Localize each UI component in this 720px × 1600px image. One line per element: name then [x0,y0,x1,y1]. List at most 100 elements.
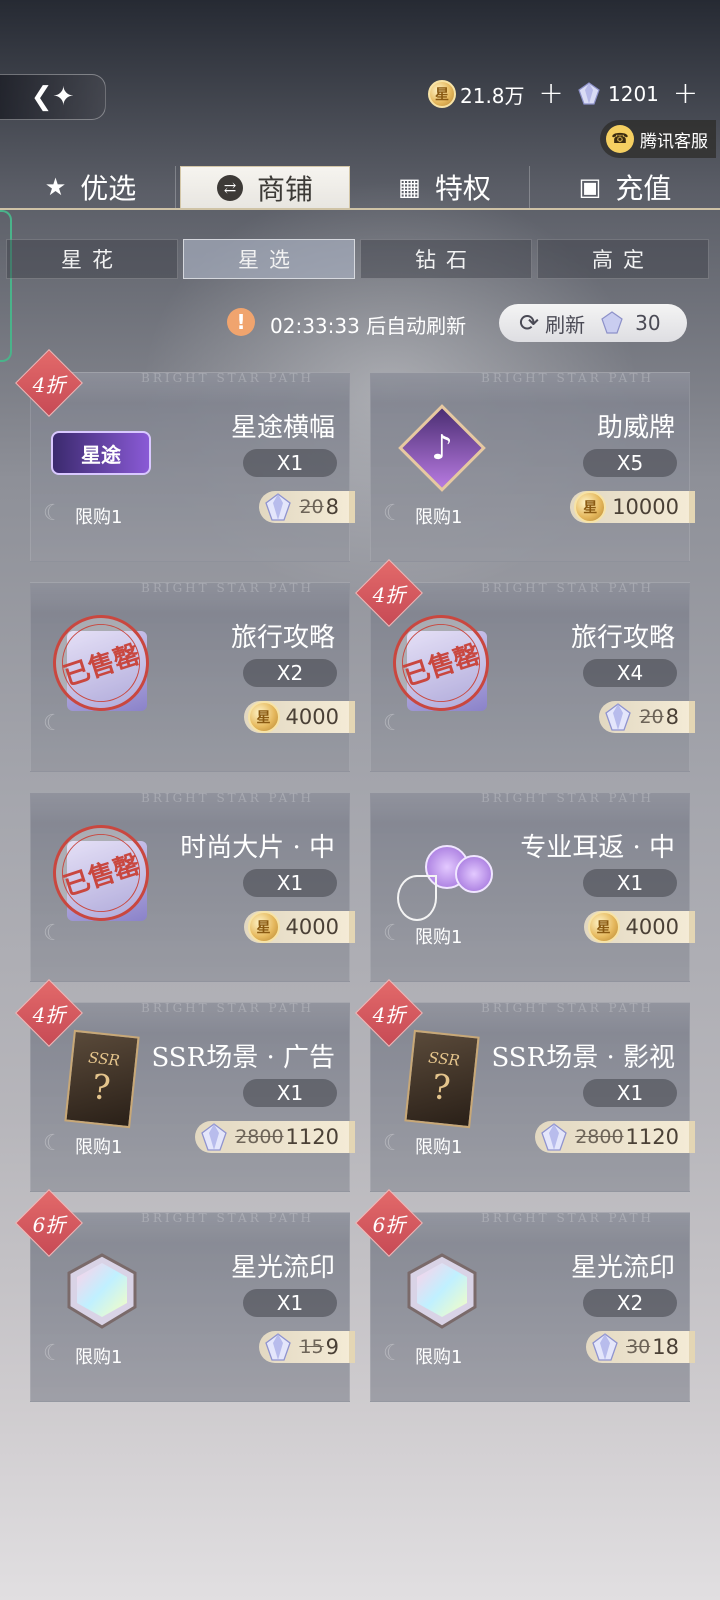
item-name: 旅行攻略 [230,623,335,653]
shop-item-card[interactable]: BRIGHT STAR PATH 星光流印 X2 ☾ 限购1 30 18 6折 [355,1189,695,1402]
subtab-starselect[interactable]: 星选 [183,239,355,279]
purchase-limit: 限购1 [75,1347,123,1368]
price-button[interactable]: 星 10000 [570,491,695,523]
headset-icon: ☎ [606,125,634,153]
purchase-limit: 限购1 [75,507,123,528]
refresh-button[interactable]: ⟳ 刷新 30 [499,304,687,342]
shop-item-card[interactable]: BRIGHT STAR PATH 星途 星途横幅 X1 ☾ 限购1 20 8 4折 [15,349,355,562]
tab-privilege[interactable]: ▦ 特权 [360,166,530,208]
banner-text: 星途 [51,431,151,475]
price-button[interactable]: 15 9 [259,1331,355,1363]
original-price: 20 [299,496,324,518]
tab-recharge[interactable]: ▣ 充值 [540,166,710,208]
tab-featured[interactable]: ★ 优选 [6,166,176,208]
purchase-limit: 限购1 [415,1137,463,1158]
card-watermark: BRIGHT STAR PATH [481,581,654,595]
diamond-icon [541,1123,567,1151]
add-coins-button[interactable]: + [539,79,564,109]
current-price: 18 [652,1335,679,1359]
price-button[interactable]: 2800 1120 [195,1121,355,1153]
tab-shop[interactable]: ⇄ 商铺 [180,166,350,208]
shop-item-card[interactable]: BRIGHT STAR PATH 专业耳返 · 中 X1 ☾ 限购1 星 4000 [370,791,696,982]
moon-icon: ☾ [43,1131,63,1156]
current-price: 8 [665,705,679,729]
add-gems-button[interactable]: + [673,79,698,109]
discount-label: 4折 [32,372,66,397]
current-price: 4000 [625,915,679,939]
price-button[interactable]: 30 18 [586,1331,695,1363]
card-watermark: BRIGHT STAR PATH [141,1001,314,1015]
item-name: 时尚大片 · 中 [180,833,335,863]
discount-label: 6折 [372,1212,406,1237]
price-button[interactable]: 20 8 [259,491,355,523]
purchase-limit: 限购1 [75,1137,123,1158]
moon-icon: ☾ [43,921,63,946]
music-note-icon: ♪ [431,428,453,468]
moon-icon: ☾ [383,711,403,736]
card-watermark: BRIGHT STAR PATH [481,1211,654,1225]
current-price: 10000 [612,495,679,519]
purchase-limit: 限购1 [415,507,463,528]
subtab-diamond[interactable]: 钻石 [360,239,532,279]
back-arrow-icon: ❮✦ [30,82,75,112]
item-quantity: X1 [243,1079,337,1107]
diamond-icon [605,703,632,731]
customer-service-button[interactable]: ☎ 腾讯客服 [600,120,716,158]
diamond-icon [601,311,623,334]
subtab-starflower[interactable]: 星花 [6,239,178,279]
current-price: 8 [325,495,339,519]
back-button[interactable]: ❮✦ [0,74,106,120]
shop-item-card[interactable]: BRIGHT STAR PATH ♪ 助威牌 X5 ☾ 限购1 星 10000 [370,371,695,562]
shop-item-card[interactable]: BRIGHT STAR PATH SSR? SSR场景 · 影视 X1 ☾ 限购1 2800… [355,979,695,1192]
shop-item-card[interactable]: BRIGHT STAR PATH 已售罄 旅行攻略 X2 ☾ 星 4000 [30,581,356,772]
original-price: 2800 [235,1126,284,1148]
price-button[interactable]: 星 4000 [583,911,696,943]
item-name: 星光流印 [570,1253,675,1283]
original-price: 15 [299,1336,324,1358]
shop-item-card[interactable]: BRIGHT STAR PATH 已售罄 时尚大片 · 中 X1 ☾ 星 4000 [30,791,356,982]
tab-label: 充值 [615,172,672,205]
crystal-image [387,1235,497,1345]
item-quantity: X1 [583,1079,677,1107]
diamond-icon [592,1333,618,1361]
crystal-image [47,1235,157,1345]
price-button[interactable]: 星 4000 [243,911,356,943]
discount-label: 4折 [372,1002,406,1027]
purchase-limit: 限购1 [415,1347,463,1368]
coin-balance: 星 21.8万 + [428,74,564,114]
diamond-icon [578,82,600,105]
item-quantity: X2 [583,1289,677,1317]
card-watermark: BRIGHT STAR PATH [141,791,314,805]
shop-item-card[interactable]: BRIGHT STAR PATH 已售罄 旅行攻略 X4 ☾ 20 8 4折 [355,559,695,772]
ssr-badge: SSR [87,1048,121,1070]
item-quantity: X1 [583,869,677,897]
tab-label: 商铺 [256,172,313,206]
card-watermark: BRIGHT STAR PATH [141,1211,314,1225]
item-name: SSR场景 · 影视 [491,1043,675,1073]
item-name: 助威牌 [596,413,675,443]
discount-label: 4折 [32,1002,66,1027]
item-image: ♪ [387,395,497,505]
refresh-icon: ⟳ [519,309,540,337]
shop-item-card[interactable]: BRIGHT STAR PATH SSR? SSR场景 · 广告 X1 ☾ 限购1 2800… [15,979,355,1192]
item-quantity: X4 [583,659,677,687]
original-price: 20 [639,706,664,728]
gem-amount: 1201 [608,82,659,106]
top-bar: ❮✦ 星 21.8万 + 1201 + ☎ 腾讯客服 [0,66,720,158]
subtab-couture[interactable]: 高定 [537,239,709,279]
ssr-badge: SSR [427,1048,461,1070]
diamond-icon [265,1333,292,1361]
item-quantity: X1 [243,449,337,477]
price-button[interactable]: 20 8 [599,701,695,733]
item-quantity: X5 [583,449,677,477]
price-button[interactable]: 星 4000 [243,701,356,733]
current-price: 4000 [285,915,339,939]
moon-icon: ☾ [43,501,63,526]
price-button[interactable]: 2800 1120 [535,1121,695,1153]
tab-label: 特权 [434,172,491,205]
refresh-timer: 02:33:33 后自动刷新 [270,314,467,338]
item-quantity: X2 [243,659,337,687]
moon-icon: ☾ [43,1341,63,1366]
shop-item-card[interactable]: BRIGHT STAR PATH 星光流印 X1 ☾ 限购1 15 9 6折 [15,1189,355,1402]
item-image: SSR? [47,1025,157,1135]
